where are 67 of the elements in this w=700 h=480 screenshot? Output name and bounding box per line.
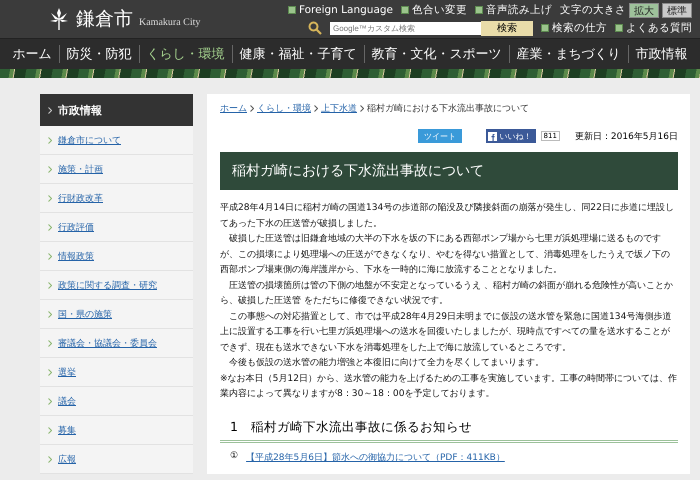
sidebar-link[interactable]: 情報政策 — [58, 250, 94, 262]
utility-link[interactable]: 音声読み上げ — [475, 3, 552, 17]
breadcrumb-link[interactable]: 上下水道 — [321, 102, 357, 114]
chevron-right-icon — [48, 136, 52, 144]
page-title: 稲村ガ崎における下水流出事故について — [220, 152, 678, 190]
breadcrumb-current: 稲村ガ崎における下水流出事故について — [367, 102, 529, 114]
breadcrumb-link[interactable]: ホーム — [220, 102, 247, 114]
chevron-right-icon — [360, 104, 364, 112]
chevron-right-icon — [48, 340, 52, 346]
utility-link[interactable]: 色合い変更 — [401, 3, 467, 17]
sidebar-link[interactable]: 審議会・協議会・委員会 — [58, 336, 157, 350]
sidebar-title: 市政情報 — [58, 102, 102, 118]
updated-date: 更新日：2016年5月16日 — [574, 130, 678, 142]
body-paragraph: 平成28年4月14日に稲村ガ崎の国道134号の歩道部の陥没及び隣接斜面の崩落が発生し、同22日に歩道に埋設してあった下水の圧送管が破損しました。 — [220, 202, 675, 230]
help-link[interactable]: 検索の仕方 — [541, 21, 607, 35]
search-field[interactable]: Google™カスタム検索 — [330, 22, 481, 34]
font-size-button[interactable]: 拡大 — [629, 2, 659, 18]
search-icon — [308, 21, 322, 35]
facebook-f-icon — [488, 132, 497, 140]
chevron-right-icon — [48, 252, 52, 260]
utility-link[interactable]: Foreign Language — [288, 4, 393, 16]
pdf-link[interactable]: 【平成28年5月6日】節水への御協力について（PDF：411KB） — [246, 450, 505, 464]
chevron-right-icon — [250, 104, 254, 112]
chevron-right-icon — [48, 282, 52, 288]
breadcrumb-link[interactable]: くらし・環境 — [257, 102, 311, 114]
chevron-right-icon — [48, 224, 52, 230]
nav-tab[interactable]: 防災・防犯 — [58, 45, 138, 63]
sidebar-link[interactable]: 国・県の施策 — [58, 308, 112, 320]
chevron-right-icon — [48, 368, 52, 376]
sidebar-link[interactable]: 行政評価 — [58, 220, 94, 234]
sidebar-link[interactable]: 施策・計画 — [58, 162, 103, 176]
help-link[interactable]: よくある質問 — [615, 21, 692, 35]
sidebar-link[interactable]: 行財政改革 — [58, 192, 103, 204]
chevron-right-icon — [48, 310, 52, 318]
chevron-right-icon — [48, 166, 52, 172]
nav-tab[interactable]: 健康・福祉・子育て — [232, 45, 364, 63]
body-paragraph: ※なお本日（5月12日）から、送水管の能力を上げるための工事を実施しています。工事の時間帯については、作業内容によって異なりますが8：30～18：00を予定しております。 — [220, 372, 678, 401]
nav-tab[interactable]: 教育・文化・スポーツ — [364, 45, 508, 63]
chevron-right-icon — [48, 106, 52, 114]
body-paragraph: 今後も仮設の送水管の能力増強と本復旧に向けて全力を尽くしてまいります。 — [228, 356, 546, 370]
chevron-right-icon — [314, 104, 318, 112]
sidebar-link[interactable]: 募集 — [58, 424, 76, 436]
font-size-label: 文字の大きさ — [560, 3, 626, 17]
site-logo-text[interactable]: 鎌倉市 — [76, 6, 133, 32]
section-heading: 1 稲村ガ崎下水流出事故に係るお知らせ — [220, 418, 678, 442]
chevron-right-icon — [48, 398, 52, 404]
chevron-right-icon — [48, 456, 52, 462]
nav-tab[interactable]: くらし・環境 — [138, 45, 232, 63]
like-button[interactable]: いいね！ — [486, 129, 536, 143]
sidebar-link[interactable]: 広報 — [58, 452, 76, 466]
body-paragraph: 破損した圧送管は旧鎌倉地域の大半の下水を坂の下にある西部ポンプ場から七里ガ浜処理場に送るものですが、この損壊により処理場への圧送ができなくなり、やむを得ない措置として、消毒処理をしたうえで坂ノ下の西部ポンプ場東側の海岸護岸から、下水を一時的に海に放流することとなりました。 — [220, 232, 671, 277]
sidebar-link[interactable]: 議会 — [58, 394, 76, 408]
sidebar-link[interactable]: 鎌倉市について — [58, 134, 121, 146]
search-button[interactable]: 検索 — [481, 20, 533, 36]
font-size-button[interactable]: 標準 — [662, 2, 692, 18]
bamboo-leaf-emblem-icon — [48, 7, 70, 31]
chevron-right-icon — [48, 426, 52, 434]
body-paragraph: 圧送管の損壊箇所は管の下側の地盤が不安定となっているうえ 、稲村ガ崎の斜面が崩れる危険性が高いことから、破損した圧送管 をただちに修復できない状況です。 — [220, 280, 674, 308]
site-logo-subtitle: Kamakura City — [139, 16, 200, 28]
sidebar-link[interactable]: 選挙 — [58, 366, 76, 378]
nav-tab[interactable]: 市政情報 — [628, 45, 694, 63]
nav-tab[interactable]: ホーム — [6, 45, 58, 63]
list-number: ① — [230, 450, 238, 462]
nav-tab[interactable]: 産業・まちづくり — [508, 45, 628, 63]
body-paragraph: この事態への対応措置として、市では平成28年4月29日未明までに仮設の送水管を緊急に国道134号海側歩道上に設置する工事を行い七里ガ浜処理場への送水を回復いたしましたが、現時点ですべての量を送水することができず、現在も送水できない下水を消毒処理をした上で海に放流しているところです。 — [220, 310, 672, 354]
chevron-right-icon — [48, 194, 52, 202]
sidebar-link[interactable]: 政策に関する調査・研究 — [58, 278, 157, 292]
